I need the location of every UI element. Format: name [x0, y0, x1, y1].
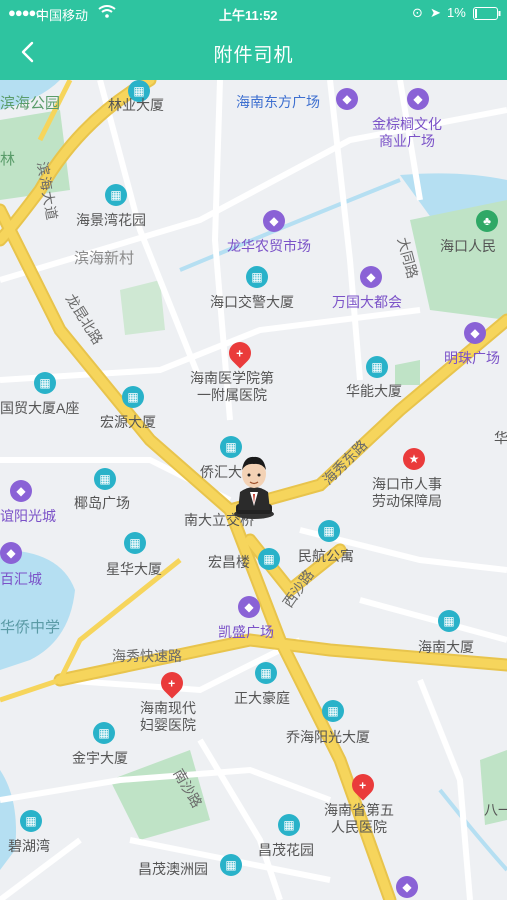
park-pin-icon[interactable]: ♣ [476, 210, 498, 232]
area-label: 滨海新村 [74, 250, 135, 267]
poi-label[interactable]: 海景湾花园 [76, 212, 146, 229]
poi-label[interactable]: 民航公寓 [298, 548, 354, 565]
building-pin-icon[interactable]: ▦ [255, 662, 277, 684]
poi-label-line: 金棕榈文化 [372, 116, 442, 132]
poi-label-line: 海口市人事 [372, 476, 442, 492]
building-pin-icon[interactable]: ▦ [105, 184, 127, 206]
building-pin-icon[interactable]: ▦ [94, 468, 116, 490]
poi-label-line: 商业广场 [379, 133, 435, 149]
poi-label-line: 海南现代 [140, 700, 196, 716]
poi-label[interactable]: 谊阳光城 [0, 508, 56, 525]
poi-label[interactable]: 国贸大厦A座 [0, 400, 79, 417]
building-pin-icon[interactable]: ▦ [246, 266, 268, 288]
poi-label-line: 海南省第五 [324, 802, 394, 818]
building-pin-icon[interactable]: ▦ [258, 548, 280, 570]
poi-label[interactable]: 正大豪庭 [234, 690, 290, 707]
poi-label[interactable]: 碧湖湾 [8, 838, 50, 855]
building-pin-icon[interactable]: ▦ [124, 532, 146, 554]
poi-label[interactable]: 金宇大厦 [72, 750, 128, 767]
driver-avatar[interactable] [230, 452, 278, 520]
poi-label[interactable]: 百汇城 [0, 571, 42, 588]
poi-label[interactable]: 华 [494, 430, 507, 447]
nav-bar: 附件司机 [0, 26, 507, 80]
shopping-pin-icon[interactable]: ◆ [238, 596, 260, 618]
poi-label[interactable]: 海南现代 妇婴医院 [140, 700, 196, 734]
poi-label[interactable]: 乔海阳光大厦 [286, 729, 370, 746]
building-pin-icon[interactable]: ▦ [322, 700, 344, 722]
poi-label[interactable]: 宏昌楼 [208, 554, 250, 571]
poi-label[interactable]: 明珠广场 [444, 350, 500, 367]
building-pin-icon[interactable]: ▦ [93, 722, 115, 744]
building-pin-icon[interactable]: ▦ [34, 372, 56, 394]
map-view[interactable]: 滨海公园 林 滨海新村 华侨中学 滨海大道 龙昆北路 海秀东路 海秀快速路 西沙… [0, 80, 507, 900]
government-pin-icon[interactable]: ★ [403, 448, 425, 470]
poi-label[interactable]: 海口市人事 劳动保障局 [372, 476, 442, 510]
poi-label[interactable]: 椰岛广场 [74, 495, 130, 512]
poi-label[interactable]: 八一 [484, 802, 507, 819]
poi-label[interactable]: 海南东方广场 [236, 94, 320, 111]
poi-label[interactable]: 昌茂澳洲园 [138, 861, 208, 878]
poi-label[interactable]: 昌茂花园 [258, 842, 314, 859]
poi-label[interactable]: 海南省第五 人民医院 [324, 802, 394, 836]
shopping-pin-icon[interactable]: ◆ [263, 210, 285, 232]
poi-label[interactable]: 海南医学院第 一附属医院 [190, 370, 274, 404]
shopping-pin-icon[interactable]: ◆ [336, 88, 358, 110]
poi-label[interactable]: 宏源大厦 [100, 414, 156, 431]
poi-label[interactable]: 海口人民 [440, 238, 496, 255]
carrier-label: 中国移动 [36, 8, 89, 23]
lock-rotation-icon: ⊙ [412, 5, 423, 20]
road-label: 海秀快速路 [112, 648, 182, 664]
shopping-pin-icon[interactable]: ◆ [10, 480, 32, 502]
area-label: 滨海公园 [0, 95, 61, 112]
area-label: 林 [0, 151, 16, 168]
time-label: 上午11:52 [219, 8, 278, 23]
driver-icon [234, 456, 274, 519]
poi-label-line: 一附属医院 [197, 387, 267, 403]
shopping-pin-icon[interactable]: ◆ [396, 876, 418, 898]
poi-label[interactable]: 海南大厦 [418, 639, 474, 656]
building-pin-icon[interactable]: ▦ [20, 810, 42, 832]
building-pin-icon[interactable]: ▦ [366, 356, 388, 378]
page-title: 附件司机 [213, 45, 294, 66]
building-pin-icon[interactable]: ▦ [318, 520, 340, 542]
poi-label[interactable]: 龙华农贸市场 [227, 238, 311, 255]
shopping-pin-icon[interactable]: ◆ [0, 542, 22, 564]
shopping-pin-icon[interactable]: ◆ [360, 266, 382, 288]
poi-label[interactable]: 海口交警大厦 [210, 294, 294, 311]
shopping-pin-icon[interactable]: ◆ [464, 322, 486, 344]
poi-label-line: 妇婴医院 [140, 717, 196, 733]
poi-label[interactable]: 星华大厦 [106, 561, 162, 578]
poi-label-line: 劳动保障局 [372, 493, 442, 509]
area-label: 华侨中学 [0, 619, 61, 636]
poi-label[interactable]: 金棕榈文化 商业广场 [372, 116, 442, 150]
poi-label[interactable]: 万国大都会 [332, 294, 402, 311]
wifi-icon [98, 5, 116, 21]
battery-icon [473, 7, 501, 23]
poi-label-line: 人民医院 [331, 819, 387, 835]
poi-label[interactable]: 华能大厦 [346, 383, 402, 400]
building-pin-icon[interactable]: ▦ [438, 610, 460, 632]
building-pin-icon[interactable]: ▦ [220, 854, 242, 876]
building-pin-icon[interactable]: ▦ [278, 814, 300, 836]
poi-label-line: 海南医学院第 [190, 370, 274, 386]
building-pin-icon[interactable]: ▦ [122, 386, 144, 408]
location-arrow-icon: ➤ [430, 5, 441, 20]
poi-label[interactable]: 林业大厦 [108, 97, 164, 114]
status-bar: ●●●●○ 中国移动 上午11:52 ⊙ ➤ 1% [0, 0, 507, 26]
battery-percent: 1% [447, 5, 466, 20]
shopping-pin-icon[interactable]: ◆ [407, 88, 429, 110]
poi-label[interactable]: 凯盛广场 [218, 624, 274, 641]
